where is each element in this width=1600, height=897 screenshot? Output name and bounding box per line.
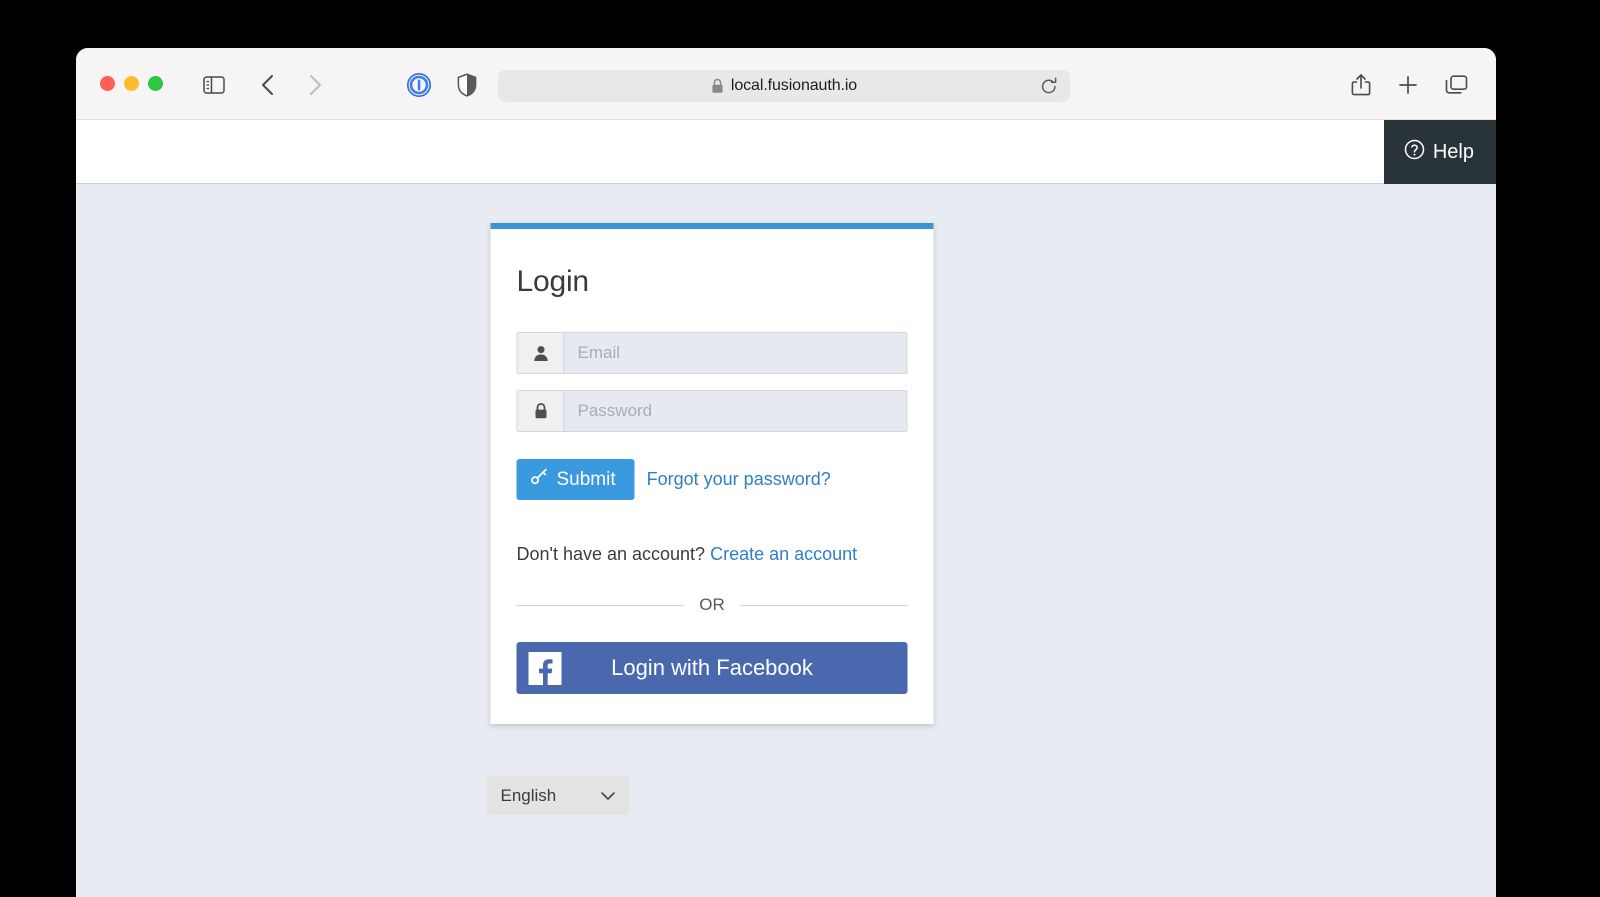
onepassword-icon[interactable] — [402, 70, 436, 100]
url-text: local.fusionauth.io — [730, 77, 858, 94]
password-field[interactable] — [563, 390, 908, 432]
browser-toolbar: local.fusionauth.io — [76, 48, 1496, 120]
help-button[interactable]: Help — [1383, 120, 1496, 184]
email-input-group — [516, 332, 908, 374]
or-label: OR — [699, 595, 725, 614]
tab-overview-icon[interactable] — [1439, 70, 1473, 100]
sidebar-toggle-icon[interactable] — [197, 70, 231, 100]
or-divider: OR — [516, 595, 908, 615]
reload-icon[interactable] — [1040, 77, 1058, 96]
divider-line-right — [740, 604, 908, 606]
question-circle-icon — [1404, 139, 1425, 166]
facebook-icon — [528, 651, 562, 685]
language-select-value: English — [500, 785, 557, 805]
lock-icon — [516, 390, 564, 432]
forward-arrow-icon[interactable] — [298, 70, 332, 100]
address-bar[interactable]: local.fusionauth.io — [498, 70, 1070, 102]
close-window-button[interactable] — [100, 76, 115, 91]
window-controls — [100, 76, 163, 91]
language-select[interactable]: English — [486, 776, 630, 815]
plus-icon[interactable] — [1391, 70, 1425, 100]
lock-icon — [711, 78, 724, 94]
submit-row: Submit Forgot your password? — [516, 459, 908, 500]
help-button-label: Help — [1432, 140, 1474, 163]
page-header: Help — [76, 120, 1496, 184]
minimize-window-button[interactable] — [124, 76, 139, 91]
divider-line-left — [516, 604, 684, 606]
create-account-link[interactable]: Create an account — [710, 544, 857, 564]
back-arrow-icon[interactable] — [251, 70, 285, 100]
submit-button[interactable]: Submit — [516, 459, 635, 500]
facebook-login-label: Login with Facebook — [611, 655, 813, 680]
user-icon — [516, 332, 564, 374]
page-title: Login — [516, 265, 590, 298]
browser-window: local.fusionauth.io Help Login Email Sub… — [76, 48, 1496, 897]
page-body: Login Email Submit Forgot your password?… — [76, 184, 1496, 897]
facebook-login-button[interactable]: Login with Facebook — [516, 642, 908, 694]
create-account-row: Don't have an account? Create an account — [517, 544, 908, 565]
email-field[interactable] — [563, 332, 908, 374]
chevron-down-icon — [601, 791, 616, 801]
maximize-window-button[interactable] — [148, 76, 163, 91]
key-icon — [531, 468, 548, 491]
password-input-group — [516, 390, 908, 432]
forgot-password-link[interactable]: Forgot your password? — [647, 469, 831, 490]
login-card: Login Email Submit Forgot your password?… — [490, 223, 934, 724]
share-icon[interactable] — [1344, 70, 1378, 100]
shield-privacy-icon[interactable] — [450, 70, 484, 100]
no-account-text: Don't have an account? — [516, 544, 706, 564]
submit-button-label: Submit — [556, 468, 616, 490]
